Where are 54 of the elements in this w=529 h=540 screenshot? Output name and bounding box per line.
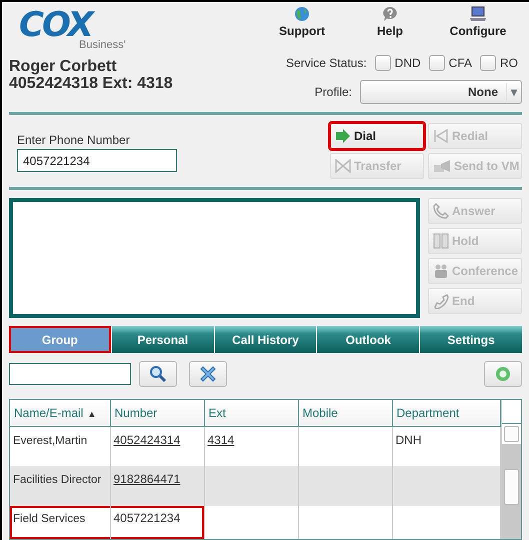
nav-configure-button[interactable]: Configure <box>434 6 522 54</box>
user-name: Roger Corbett <box>9 58 118 75</box>
nav-support-button[interactable]: Support <box>258 6 346 54</box>
profile-dropdown[interactable]: None ▾ <box>360 80 522 104</box>
refresh-button[interactable] <box>484 361 522 387</box>
laptop-icon <box>469 6 487 22</box>
search-button[interactable] <box>139 361 177 387</box>
checkbox[interactable] <box>480 55 496 71</box>
extension-link[interactable]: 4314 <box>208 432 234 447</box>
phone-icon <box>433 293 449 309</box>
service-status-label: Service Status: <box>286 55 367 72</box>
dial-button[interactable]: Dial <box>330 123 424 149</box>
phone-field[interactable]: 4057221234 <box>17 149 177 172</box>
checkbox-label: CFA <box>448 55 472 72</box>
checkbox-label: DND <box>394 55 421 72</box>
search-field[interactable] <box>9 363 131 385</box>
tab[interactable]: Call History <box>214 326 316 353</box>
department: DNH <box>396 432 422 447</box>
user-number: 4052424318 Ext: 4318 <box>9 75 173 92</box>
nav-help-button[interactable]: Help <box>346 6 434 54</box>
voicemail-icon <box>433 159 451 173</box>
profile-label: Profile: <box>314 84 352 101</box>
tab[interactable]: Outlook <box>317 326 420 353</box>
redial-icon <box>433 129 449 143</box>
checkbox-label: RO <box>500 55 518 72</box>
sort-arrow-icon: ▲ <box>87 408 96 419</box>
checkbox[interactable] <box>428 55 445 71</box>
globe-icon <box>294 6 310 22</box>
refresh-icon <box>494 365 512 383</box>
pause-icon <box>433 233 449 249</box>
contact-name: Field Services <box>13 513 86 526</box>
phone-number-link[interactable]: 4052424314 <box>114 432 180 447</box>
tab[interactable]: Personal <box>112 326 214 353</box>
checkbox[interactable] <box>374 55 391 71</box>
tab[interactable]: Group <box>9 326 111 353</box>
column-header[interactable]: Department <box>392 400 500 426</box>
search-icon <box>149 365 167 383</box>
people-icon <box>433 263 449 279</box>
column-header[interactable]: Number <box>110 400 204 426</box>
contact-name: Facilities Director <box>13 474 102 486</box>
tab[interactable]: Settings <box>420 326 522 353</box>
phone-number: 4057221234 <box>114 511 180 526</box>
clear-button[interactable] <box>189 361 227 387</box>
contact-name: Everest,Martin <box>13 434 88 447</box>
phone-label: Enter Phone Number <box>17 132 131 149</box>
arrow-icon <box>335 129 351 143</box>
phone-icon <box>433 203 449 219</box>
transfer-icon <box>335 159 351 173</box>
close-icon <box>199 365 217 383</box>
column-header[interactable]: Ext <box>204 400 298 426</box>
column-header[interactable]: Name/E-mail ▲ <box>10 400 110 426</box>
scrollbar[interactable] <box>501 400 521 539</box>
help-icon <box>382 6 398 22</box>
column-header[interactable]: Mobile <box>298 400 392 426</box>
